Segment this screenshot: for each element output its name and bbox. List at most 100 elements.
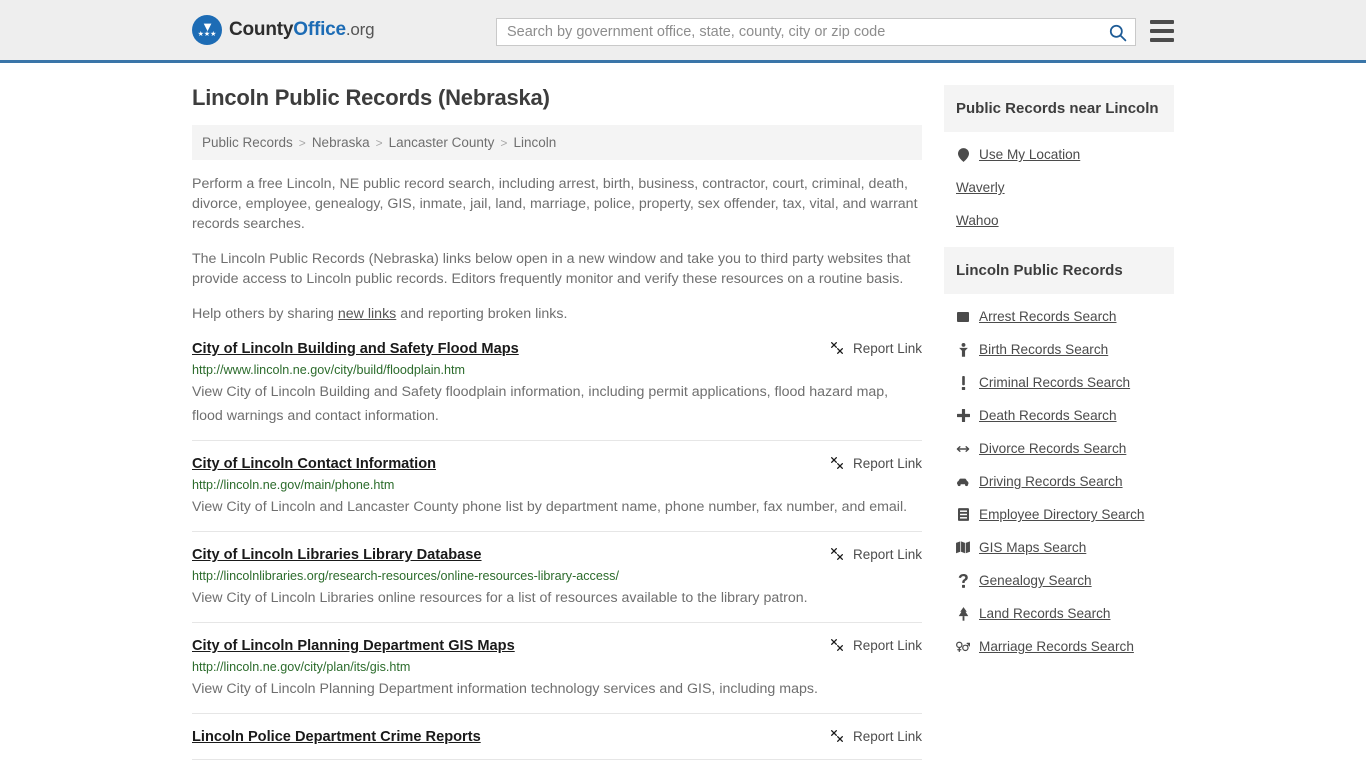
result-item: Lincoln Police Department Crime Reports … bbox=[192, 727, 922, 760]
result-title-link[interactable]: City of Lincoln Planning Department GIS … bbox=[192, 636, 515, 656]
sidebar-link-label[interactable]: Use My Location bbox=[979, 147, 1080, 162]
result-header: City of Lincoln Contact Information Repo… bbox=[192, 454, 922, 474]
intro-paragraph-3: Help others by sharing new links and rep… bbox=[192, 304, 922, 324]
hamburger-bar bbox=[1150, 20, 1174, 24]
sidebar-link-label[interactable]: Death Records Search bbox=[979, 408, 1117, 423]
sidebar-link-label[interactable]: Driving Records Search bbox=[979, 474, 1123, 489]
result-item: City of Lincoln Libraries Library Databa… bbox=[192, 545, 922, 623]
sidebar-link-label[interactable]: Divorce Records Search bbox=[979, 441, 1126, 456]
breadcrumb-item-nebraska[interactable]: Nebraska bbox=[312, 135, 370, 150]
result-description: View City of Lincoln Libraries online re… bbox=[192, 590, 808, 606]
result-title-link[interactable]: City of Lincoln Building and Safety Floo… bbox=[192, 339, 519, 359]
sidebar-item-employee-directory[interactable]: Employee Directory Search bbox=[956, 498, 1174, 531]
result-header: Lincoln Police Department Crime Reports … bbox=[192, 727, 922, 747]
broken-link-icon bbox=[830, 342, 843, 354]
breadcrumb-item-public-records[interactable]: Public Records bbox=[202, 135, 293, 150]
lincoln-public-records-panel: Lincoln Public Records Arrest Records Se… bbox=[944, 247, 1174, 663]
breadcrumb: Public Records > Nebraska > Lancaster Co… bbox=[192, 125, 922, 160]
sidebar-item-genealogy[interactable]: Genealogy Search bbox=[956, 564, 1174, 597]
report-link-label: Report Link bbox=[852, 637, 922, 653]
result-title-link[interactable]: City of Lincoln Libraries Library Databa… bbox=[192, 545, 482, 565]
public-records-near-panel: Public Records near Lincoln Use My Locat… bbox=[944, 85, 1174, 237]
result-title-link[interactable]: Lincoln Police Department Crime Reports bbox=[192, 727, 481, 747]
result-url: http://lincoln.ne.gov/city/plan/its/gis.… bbox=[192, 660, 411, 674]
logo-text-suffix: .org bbox=[345, 20, 375, 39]
sidebar-link-label[interactable]: Birth Records Search bbox=[979, 342, 1108, 357]
tree-icon bbox=[956, 606, 970, 621]
report-link-label: Report Link bbox=[852, 728, 922, 744]
map-pin-icon bbox=[956, 147, 970, 162]
report-link-button[interactable]: Report Link bbox=[829, 545, 922, 562]
sidebar-item-use-my-location[interactable]: Use My Location bbox=[956, 138, 1174, 171]
broken-link-icon bbox=[830, 730, 843, 742]
sidebar-link-label[interactable]: Wahoo bbox=[956, 213, 999, 228]
sidebar-item-wahoo[interactable]: Wahoo bbox=[956, 204, 1174, 237]
sidebar-item-gis-maps[interactable]: GIS Maps Search bbox=[956, 531, 1174, 564]
breadcrumb-item-lancaster-county[interactable]: Lancaster County bbox=[389, 135, 495, 150]
sidebar-item-driving-records[interactable]: Driving Records Search bbox=[956, 465, 1174, 498]
broken-link-icon bbox=[830, 457, 843, 469]
sidebar-item-criminal-records[interactable]: Criminal Records Search bbox=[956, 366, 1174, 399]
gender-symbols-icon bbox=[956, 640, 970, 653]
report-link-button[interactable]: Report Link bbox=[829, 454, 922, 471]
sidebar-item-arrest-records[interactable]: Arrest Records Search bbox=[956, 300, 1174, 333]
hamburger-bar bbox=[1150, 29, 1174, 33]
sidebar-item-birth-records[interactable]: Birth Records Search bbox=[956, 333, 1174, 366]
sidebar-link-label[interactable]: Waverly bbox=[956, 180, 1005, 195]
sidebar-item-marriage-records[interactable]: Marriage Records Search bbox=[956, 630, 1174, 663]
logo-text-part2: Office bbox=[293, 19, 346, 40]
sidebar-link-label[interactable]: Arrest Records Search bbox=[979, 309, 1117, 324]
sidebar-link-label[interactable]: Criminal Records Search bbox=[979, 375, 1130, 390]
page-body: Lincoln Public Records (Nebraska) Public… bbox=[0, 63, 1366, 768]
sidebar-link-label[interactable]: Genealogy Search bbox=[979, 573, 1092, 588]
result-url: http://www.lincoln.ne.gov/city/build/flo… bbox=[192, 363, 466, 377]
breadcrumb-separator-icon: > bbox=[375, 135, 383, 150]
sidebar-item-divorce-records[interactable]: Divorce Records Search bbox=[956, 432, 1174, 465]
sidebar: Public Records near Lincoln Use My Locat… bbox=[944, 85, 1174, 673]
breadcrumb-item-lincoln: Lincoln bbox=[513, 135, 557, 150]
report-link-button[interactable]: Report Link bbox=[829, 727, 922, 744]
result-url: http://lincolnlibraries.org/research-res… bbox=[192, 569, 619, 583]
broken-link-icon bbox=[830, 548, 843, 560]
sidebar-item-land-records[interactable]: Land Records Search bbox=[956, 597, 1174, 630]
search-button[interactable] bbox=[1099, 19, 1135, 45]
logo-text-part1: County bbox=[229, 19, 294, 40]
intro-paragraph-1: Perform a free Lincoln, NE public record… bbox=[192, 176, 918, 232]
result-description: View City of Lincoln and Lancaster Count… bbox=[192, 499, 908, 515]
id-card-icon bbox=[956, 508, 970, 521]
result-title-link[interactable]: City of Lincoln Contact Information bbox=[192, 454, 436, 474]
site-logo[interactable]: ▼ ★★★ CountyOffice.org bbox=[192, 15, 375, 45]
main-content: Lincoln Public Records (Nebraska) Public… bbox=[192, 85, 922, 768]
map-icon bbox=[956, 541, 970, 554]
question-mark-icon bbox=[956, 573, 970, 588]
sidebar-item-waverly[interactable]: Waverly bbox=[956, 171, 1174, 204]
result-description: View City of Lincoln Planning Department… bbox=[192, 681, 818, 697]
search-input[interactable] bbox=[497, 19, 1099, 45]
sidebar-link-label[interactable]: Marriage Records Search bbox=[979, 639, 1134, 654]
sidebar-item-death-records[interactable]: Death Records Search bbox=[956, 399, 1174, 432]
panel-list: Use My Location Waverly Wahoo bbox=[944, 132, 1174, 237]
results-list: City of Lincoln Building and Safety Floo… bbox=[192, 339, 922, 760]
report-link-button[interactable]: Report Link bbox=[829, 339, 922, 356]
car-icon bbox=[956, 477, 970, 487]
baby-icon bbox=[956, 342, 970, 357]
page-title: Lincoln Public Records (Nebraska) bbox=[192, 85, 550, 110]
report-link-label: Report Link bbox=[852, 546, 922, 562]
report-link-button[interactable]: Report Link bbox=[829, 636, 922, 653]
report-link-label: Report Link bbox=[852, 455, 922, 471]
result-description: View City of Lincoln Building and Safety… bbox=[192, 384, 889, 424]
intro-section: Perform a free Lincoln, NE public record… bbox=[192, 174, 922, 324]
exclamation-icon bbox=[956, 375, 970, 390]
intro-text-after: and reporting broken links. bbox=[396, 306, 568, 322]
sidebar-link-label[interactable]: Employee Directory Search bbox=[979, 507, 1144, 522]
breadcrumb-separator-icon: > bbox=[298, 135, 306, 150]
intro-paragraph-2: The Lincoln Public Records (Nebraska) li… bbox=[192, 251, 911, 287]
panel-title: Lincoln Public Records bbox=[944, 247, 1174, 294]
sidebar-link-label[interactable]: GIS Maps Search bbox=[979, 540, 1086, 555]
cross-icon bbox=[956, 409, 970, 422]
new-links-link[interactable]: new links bbox=[338, 306, 396, 322]
search-bar[interactable] bbox=[496, 18, 1136, 46]
logo-text: CountyOffice.org bbox=[229, 19, 375, 41]
hamburger-menu-icon[interactable] bbox=[1150, 20, 1174, 42]
sidebar-link-label[interactable]: Land Records Search bbox=[979, 606, 1110, 621]
